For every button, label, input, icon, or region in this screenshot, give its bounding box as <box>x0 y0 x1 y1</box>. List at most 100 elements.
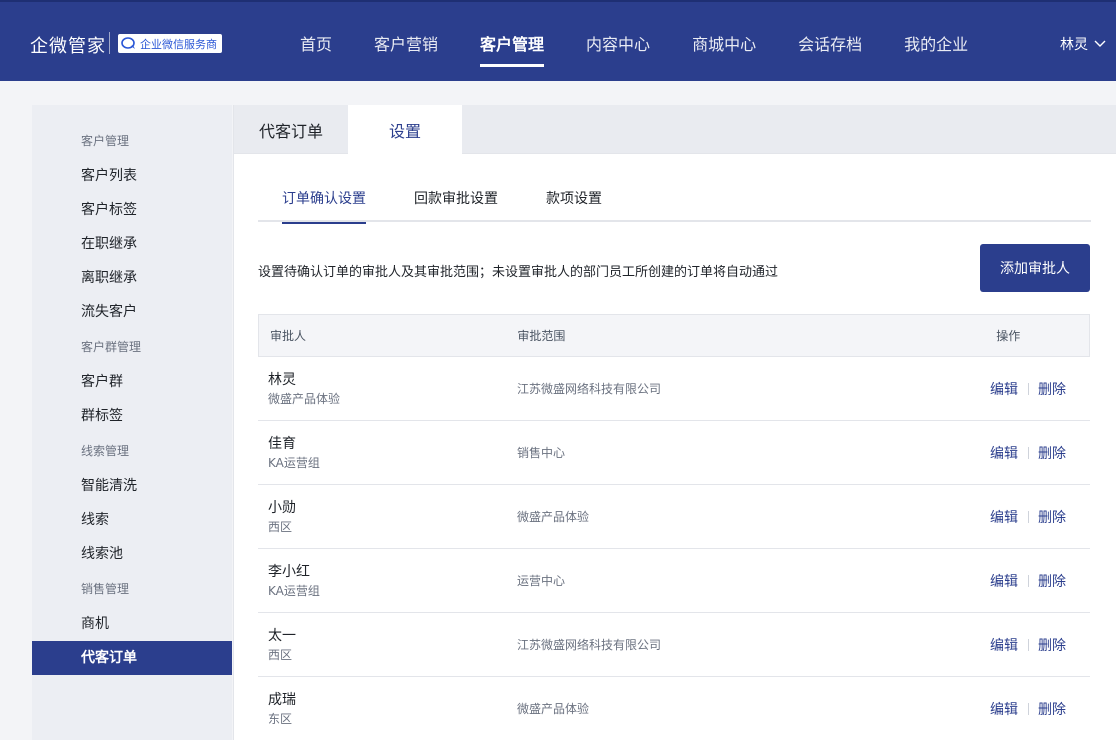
subtab[interactable]: 订单确认设置 <box>282 185 366 224</box>
sidebar-item[interactable]: 离职继承 <box>32 261 232 295</box>
approver-cell: 佳育 KA运营组 <box>258 434 508 472</box>
nav-item[interactable]: 内容中心 <box>586 2 650 81</box>
row-actions: 编辑 删除 <box>986 571 1090 591</box>
row-actions: 编辑 删除 <box>986 507 1090 527</box>
settings-subtabs: 订单确认设置 回款审批设置 款项设置 <box>258 185 1091 224</box>
approver-name: 成瑞 <box>268 691 296 708</box>
approver-name: 太一 <box>268 627 296 644</box>
table-row: 佳育 KA运营组 销售中心 编辑 删除 <box>258 421 1090 485</box>
sidebar-group-title: 销售管理 <box>81 582 130 596</box>
table-row: 小勋西区 微盛产品体验 编辑 删除 <box>258 485 1090 549</box>
wecom-partner-badge: 企业微信服务商 <box>118 34 222 53</box>
approval-scope: 运营中心 <box>517 574 566 588</box>
approver-name: 佳育 <box>268 435 296 452</box>
action-divider <box>1028 574 1029 587</box>
nav-item[interactable]: 首页 <box>300 2 332 81</box>
sidebar-item[interactable]: 客户标签 <box>32 193 232 227</box>
column-header-scope: 审批范围 <box>517 329 566 343</box>
sidebar-item[interactable]: 群标签 <box>32 399 232 433</box>
delete-link[interactable]: 删除 <box>1038 635 1066 655</box>
delete-link[interactable]: 删除 <box>1038 379 1066 399</box>
approver-dept: 西区 <box>268 519 293 534</box>
main-panel: 代客订单 设置 订单确认设置 回款审批设置 款项设置 设置待确认订单的审批人及其审批范… <box>233 105 1116 740</box>
approver-table: 审批人 审批范围 操作 林灵 微盛产品体验 江苏微盛网络科技有限公司 编辑 删除 佳育 KA… <box>258 314 1090 740</box>
sidebar-group-title: 线索管理 <box>81 444 130 458</box>
action-divider <box>1028 702 1029 715</box>
badge-text: 企业微信服务商 <box>140 37 217 51</box>
sidebar-item[interactable]: 在职继承 <box>32 227 232 261</box>
approver-dept: 西区 <box>268 647 293 662</box>
approver-dept: KA运营组 <box>268 583 320 598</box>
edit-link[interactable]: 编辑 <box>990 507 1018 527</box>
approver-name: 小勋 <box>268 499 296 516</box>
main-nav: 首页 客户营销 客户管理 内容中心 商城中心 会话存档 我的企业 <box>300 2 1010 81</box>
table-header: 审批人 审批范围 操作 <box>258 314 1090 357</box>
column-header-actions: 操作 <box>996 329 1021 343</box>
action-divider <box>1028 446 1029 459</box>
approver-cell: 李小红 KA运营组 <box>258 562 508 600</box>
user-menu[interactable]: 林灵 <box>1060 34 1106 54</box>
approver-dept: 东区 <box>268 711 293 726</box>
sidebar-item[interactable]: 流失客户 <box>32 295 232 329</box>
approver-name: 李小红 <box>268 563 310 580</box>
table-row: 李小红 KA运营组 运营中心 编辑 删除 <box>258 549 1090 613</box>
table-row: 太一 西区 江苏微盛网络科技有限公司 编辑 删除 <box>258 613 1090 677</box>
edit-link[interactable]: 编辑 <box>990 635 1018 655</box>
brand-divider <box>109 32 110 54</box>
row-actions: 编辑 删除 <box>986 699 1090 719</box>
column-header-approver: 审批人 <box>270 329 307 343</box>
table-row: 成瑞 东区 微盛产品体验 编辑 删除 <box>258 677 1090 740</box>
delete-link[interactable]: 删除 <box>1038 571 1066 591</box>
settings-description: 设置待确认订单的审批人及其审批范围；未设置审批人的部门员工所创建的订单将自动通过 <box>258 265 779 280</box>
sidebar-item[interactable]: 商机 <box>32 607 232 641</box>
edit-link[interactable]: 编辑 <box>990 571 1018 591</box>
top-navbar: 企微管家 企业微信服务商 首页 客户营销 客户管理 内容中心 商城中心 会话存档 我的企业 … <box>0 0 1116 81</box>
edit-link[interactable]: 编辑 <box>990 443 1018 463</box>
action-divider <box>1028 382 1029 395</box>
tab-settings[interactable]: 设置 <box>348 105 462 155</box>
nav-item[interactable]: 客户营销 <box>374 2 438 81</box>
edit-link[interactable]: 编辑 <box>990 699 1018 719</box>
edit-link[interactable]: 编辑 <box>990 379 1018 399</box>
nav-item[interactable]: 客户管理 <box>480 2 545 81</box>
subtab[interactable]: 回款审批设置 <box>414 185 498 222</box>
page-tabs: 代客订单 设置 <box>234 105 1116 155</box>
approver-dept: 微盛产品体验 <box>268 391 341 406</box>
nav-item[interactable]: 会话存档 <box>798 2 862 81</box>
table-row: 林灵 微盛产品体验 江苏微盛网络科技有限公司 编辑 删除 <box>258 357 1090 421</box>
sidebar-item[interactable]: 代客订单 <box>32 641 232 675</box>
sidebar-item[interactable]: 客户列表 <box>32 159 232 193</box>
nav-item[interactable]: 我的企业 <box>904 2 968 81</box>
approval-scope: 微盛产品体验 <box>517 510 590 524</box>
sidebar-item[interactable]: 智能清洗 <box>32 469 232 503</box>
subtab[interactable]: 款项设置 <box>546 185 602 222</box>
approval-scope: 销售中心 <box>517 446 566 460</box>
approval-scope: 江苏微盛网络科技有限公司 <box>517 638 662 652</box>
chat-bubble-icon <box>121 37 137 50</box>
table-body: 林灵 微盛产品体验 江苏微盛网络科技有限公司 编辑 删除 佳育 KA运营组 销售中心 编辑 删除小… <box>258 357 1090 740</box>
sidebar-group-title: 客户管理 <box>81 134 130 148</box>
row-actions: 编辑 删除 <box>986 635 1090 655</box>
action-divider <box>1028 510 1029 523</box>
approver-cell: 太一 西区 <box>258 626 508 664</box>
approver-cell: 林灵 微盛产品体验 <box>258 370 508 408</box>
action-divider <box>1028 638 1029 651</box>
chevron-down-icon <box>1094 36 1106 52</box>
approval-scope: 江苏微盛网络科技有限公司 <box>517 382 662 396</box>
sidebar-item[interactable]: 客户群 <box>32 365 232 399</box>
delete-link[interactable]: 删除 <box>1038 699 1066 719</box>
approval-scope: 微盛产品体验 <box>517 702 590 716</box>
delete-link[interactable]: 删除 <box>1038 507 1066 527</box>
sidebar-item[interactable]: 线索 <box>32 503 232 537</box>
approver-cell: 成瑞 东区 <box>258 690 508 728</box>
add-approver-button[interactable]: 添加审批人 <box>980 244 1090 292</box>
sidebar-item[interactable]: 线索池 <box>32 537 232 571</box>
sidebar-group-title: 客户群管理 <box>81 340 142 354</box>
delete-link[interactable]: 删除 <box>1038 443 1066 463</box>
approver-dept: KA运营组 <box>268 455 320 470</box>
brand-name: 企微管家 <box>30 36 106 57</box>
tab-proxy-orders[interactable]: 代客订单 <box>234 105 348 154</box>
approver-name: 林灵 <box>268 371 296 388</box>
nav-item[interactable]: 商城中心 <box>692 2 756 81</box>
